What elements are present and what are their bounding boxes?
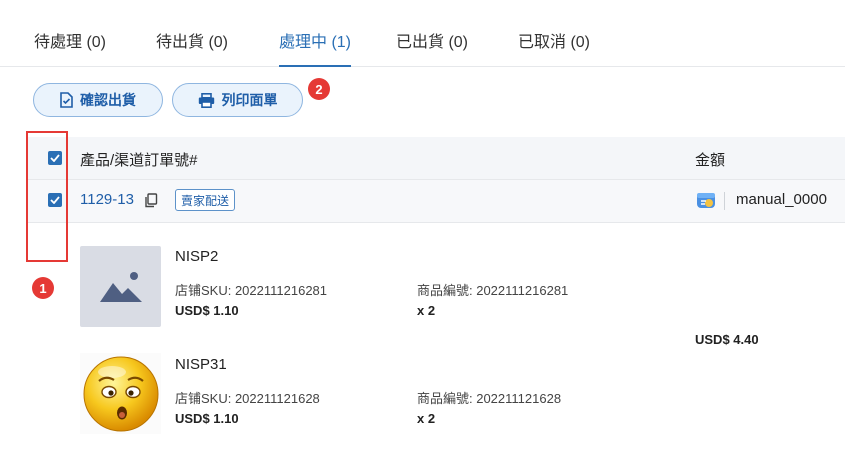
product-name: NISP31 [175, 356, 227, 373]
tab-to-ship[interactable]: 待出貨 (0) [156, 28, 228, 66]
store-platform-icon [696, 190, 716, 215]
product-price: USD$ 1.10 [175, 303, 239, 318]
table-header: 產品/渠道訂單號# 金額 [28, 137, 845, 180]
product-thumbnail [80, 353, 161, 434]
product-column-header: 產品/渠道訂單號# [80, 152, 198, 169]
status-tabs: 待處理 (0) 待出貨 (0) 處理中 (1) 已出貨 (0) 已取消 (0) [0, 0, 845, 67]
confirm-shipment-button[interactable]: 確認出貨 [33, 83, 163, 117]
product-code: 商品編號: 202211121628 [417, 391, 562, 406]
tab-cancelled[interactable]: 已取消 (0) [518, 28, 590, 66]
worried-emoji-icon [83, 356, 158, 431]
tab-pending[interactable]: 待處理 (0) [34, 28, 106, 66]
annotation-badge-2: 2 [308, 78, 330, 100]
checkmark-icon [50, 196, 60, 204]
checkmark-icon [50, 154, 60, 162]
store-name: manual_0000 [736, 191, 827, 208]
order-amount: USD$ 4.40 [695, 332, 759, 347]
annotation-badge-1: 1 [32, 277, 54, 299]
image-placeholder-icon [99, 271, 142, 302]
amount-column-header: 金額 [695, 152, 726, 169]
order-management-page: 待處理 (0) 待出貨 (0) 處理中 (1) 已出貨 (0) 已取消 (0) … [0, 0, 845, 456]
confirm-shipment-label: 確認出貨 [80, 92, 136, 108]
print-label-text: 列印面單 [221, 92, 278, 108]
copy-icon[interactable] [144, 193, 158, 213]
product-name: NISP2 [175, 248, 219, 265]
printer-icon [198, 92, 215, 108]
order-number-link[interactable]: 1129-13 [80, 191, 134, 208]
print-label-button[interactable]: 列印面單 [172, 83, 303, 117]
product-code: 商品編號: 2022111216281 [417, 283, 569, 298]
tab-shipped[interactable]: 已出貨 (0) [396, 28, 468, 66]
order-row: 1129-13 賣家配送 manual_0000 [28, 180, 845, 223]
product-thumbnail [80, 246, 161, 327]
product-quantity: x 2 [417, 411, 436, 426]
product-price: USD$ 1.10 [175, 411, 239, 426]
order-checkbox[interactable] [48, 193, 62, 207]
tab-processing[interactable]: 處理中 (1) [279, 28, 352, 67]
divider [724, 192, 725, 210]
seller-delivery-tag: 賣家配送 [175, 189, 236, 211]
document-check-icon [60, 92, 73, 108]
product-sku: 店铺SKU: 202211121628 [175, 391, 320, 406]
select-all-checkbox[interactable] [48, 151, 62, 165]
product-quantity: x 2 [417, 303, 436, 318]
product-sku: 店铺SKU: 2022111216281 [175, 283, 328, 298]
